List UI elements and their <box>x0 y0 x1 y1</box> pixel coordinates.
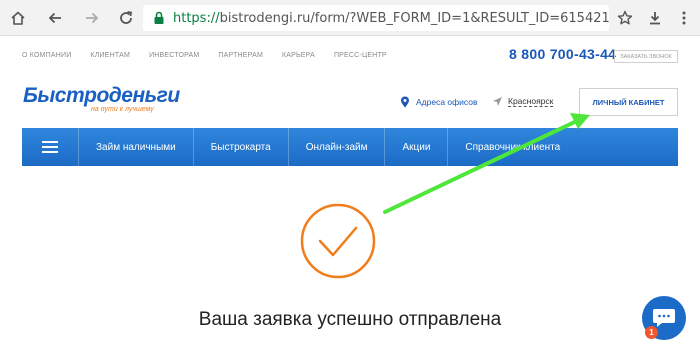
top-link-clients[interactable]: КЛИЕНТАМ <box>90 52 130 59</box>
top-link-career[interactable]: КАРЬЕРА <box>282 52 315 59</box>
menu-item-client-guide[interactable]: Справочник клиента <box>447 128 577 166</box>
offices-label: Адреса офисов <box>416 97 478 107</box>
top-nav: О КОМПАНИИ КЛИЕНТАМ ИНВЕСТОРАМ ПАРТНЕРАМ… <box>22 52 406 59</box>
top-link-investors[interactable]: ИНВЕСТОРАМ <box>149 52 199 59</box>
forward-arrow-icon[interactable] <box>80 6 104 30</box>
menu-burger-icon[interactable] <box>22 128 78 166</box>
logo-tagline: на пути к лучшему <box>91 106 154 113</box>
more-vert-icon[interactable] <box>672 6 696 30</box>
home-icon[interactable] <box>6 6 30 30</box>
chat-unread-badge: 1 <box>645 326 658 339</box>
logo-name: Быстроденьги <box>23 84 180 107</box>
menu-item-card[interactable]: Быстрокарта <box>192 128 288 166</box>
phone-number[interactable]: 8 800 700-43-44 <box>509 46 616 62</box>
city-label: Красноярск <box>508 96 554 107</box>
menu-item-cash-loan[interactable]: Займ наличными <box>78 128 193 166</box>
personal-cabinet-button[interactable]: ЛИЧНЫЙ КАБИНЕТ <box>579 88 678 116</box>
url-text: bistrodengi.ru/form/?WEB_FORM_ID=1&RESUL… <box>219 10 609 26</box>
offices-link[interactable]: Адреса офисов <box>400 96 477 108</box>
location-pin-icon <box>401 96 409 108</box>
site-logo[interactable]: Быстроденьги на пути к лучшему <box>23 84 180 113</box>
main-menu: Займ наличными Быстрокарта Онлайн-займ А… <box>22 128 678 166</box>
back-arrow-icon[interactable] <box>43 6 67 30</box>
callback-button[interactable]: ЗАКАЗАТЬ ЗВОНОК <box>614 50 678 63</box>
top-link-press[interactable]: ПРЕСС-ЦЕНТР <box>334 52 387 59</box>
success-message: Ваша заявка успешно отправлена <box>198 309 502 330</box>
url-scheme: https:// <box>173 10 220 26</box>
address-bar[interactable]: https://bistrodengi.ru/form/?WEB_FORM_ID… <box>143 5 609 31</box>
download-icon[interactable] <box>643 6 667 30</box>
top-link-partners[interactable]: ПАРТНЕРАМ <box>218 52 263 59</box>
city-selector[interactable]: Красноярск <box>492 96 554 107</box>
reload-icon[interactable] <box>114 6 138 30</box>
chat-bubble-icon <box>653 309 675 327</box>
navigation-arrow-icon <box>493 97 502 106</box>
menu-item-promotions[interactable]: Акции <box>384 128 447 166</box>
browser-toolbar: https://bistrodengi.ru/form/?WEB_FORM_ID… <box>0 0 700 36</box>
top-link-about[interactable]: О КОМПАНИИ <box>22 52 71 59</box>
lock-icon <box>154 11 164 24</box>
checkmark-circle-icon <box>300 203 376 279</box>
bookmark-star-icon[interactable] <box>613 6 637 30</box>
menu-item-online-loan[interactable]: Онлайн-займ <box>287 128 385 166</box>
